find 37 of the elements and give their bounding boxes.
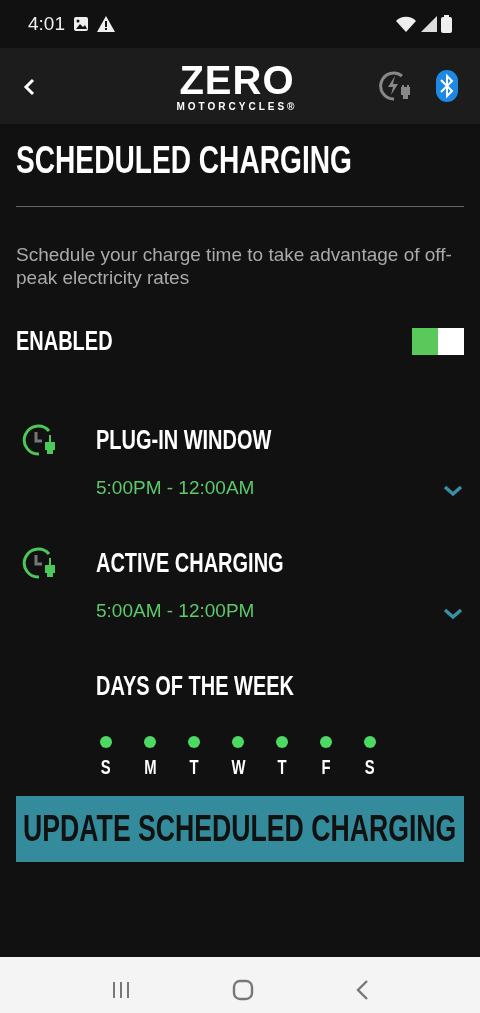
update-button[interactable]: UPDATE SCHEDULED CHARGING [16, 796, 464, 862]
day-label: T [189, 755, 199, 780]
day-dot[interactable] [100, 736, 112, 748]
day-label: T [277, 755, 287, 780]
recent-apps-icon[interactable] [110, 979, 131, 1000]
time-range: 5:00PM - 12:00AM [96, 476, 255, 500]
day-label: M [143, 755, 157, 780]
logo-title: ZERO [179, 60, 295, 100]
day-label: F [321, 755, 331, 780]
page-title: SCHEDULED CHARGING [16, 138, 352, 183]
day-dot[interactable] [144, 736, 156, 748]
enabled-toggle[interactable] [412, 327, 464, 355]
battery-icon [441, 15, 452, 33]
home-icon[interactable] [232, 978, 254, 1001]
signal-icon [421, 16, 437, 32]
warning-icon [97, 16, 115, 32]
wifi-icon [395, 15, 417, 33]
enabled-label: ENABLED [16, 325, 113, 358]
day-dot[interactable] [188, 736, 200, 748]
day-dot[interactable] [364, 736, 376, 748]
image-icon [73, 16, 89, 32]
section-title: PLUG-IN WINDOW [96, 423, 272, 457]
day-dot[interactable] [232, 736, 244, 748]
day-label: W [231, 755, 245, 780]
day-dot[interactable] [320, 736, 332, 748]
day-label: S [365, 755, 375, 780]
description: Schedule your charge time to take advantage of off-peak electricity rates [16, 243, 453, 289]
time-range: 5:00AM - 12:00PM [96, 599, 255, 623]
section-title: ACTIVE CHARGING [96, 546, 284, 580]
status-time: 4:01 [28, 11, 65, 36]
charge-icon[interactable] [378, 70, 412, 102]
bluetooth-icon[interactable] [436, 70, 458, 102]
day-label: S [101, 755, 111, 780]
day-dot[interactable] [276, 736, 288, 748]
back-icon[interactable] [355, 978, 370, 1001]
section-title: DAYS OF THE WEEK [96, 669, 294, 703]
logo-subtitle: MOTORCYCLES® [176, 102, 298, 112]
